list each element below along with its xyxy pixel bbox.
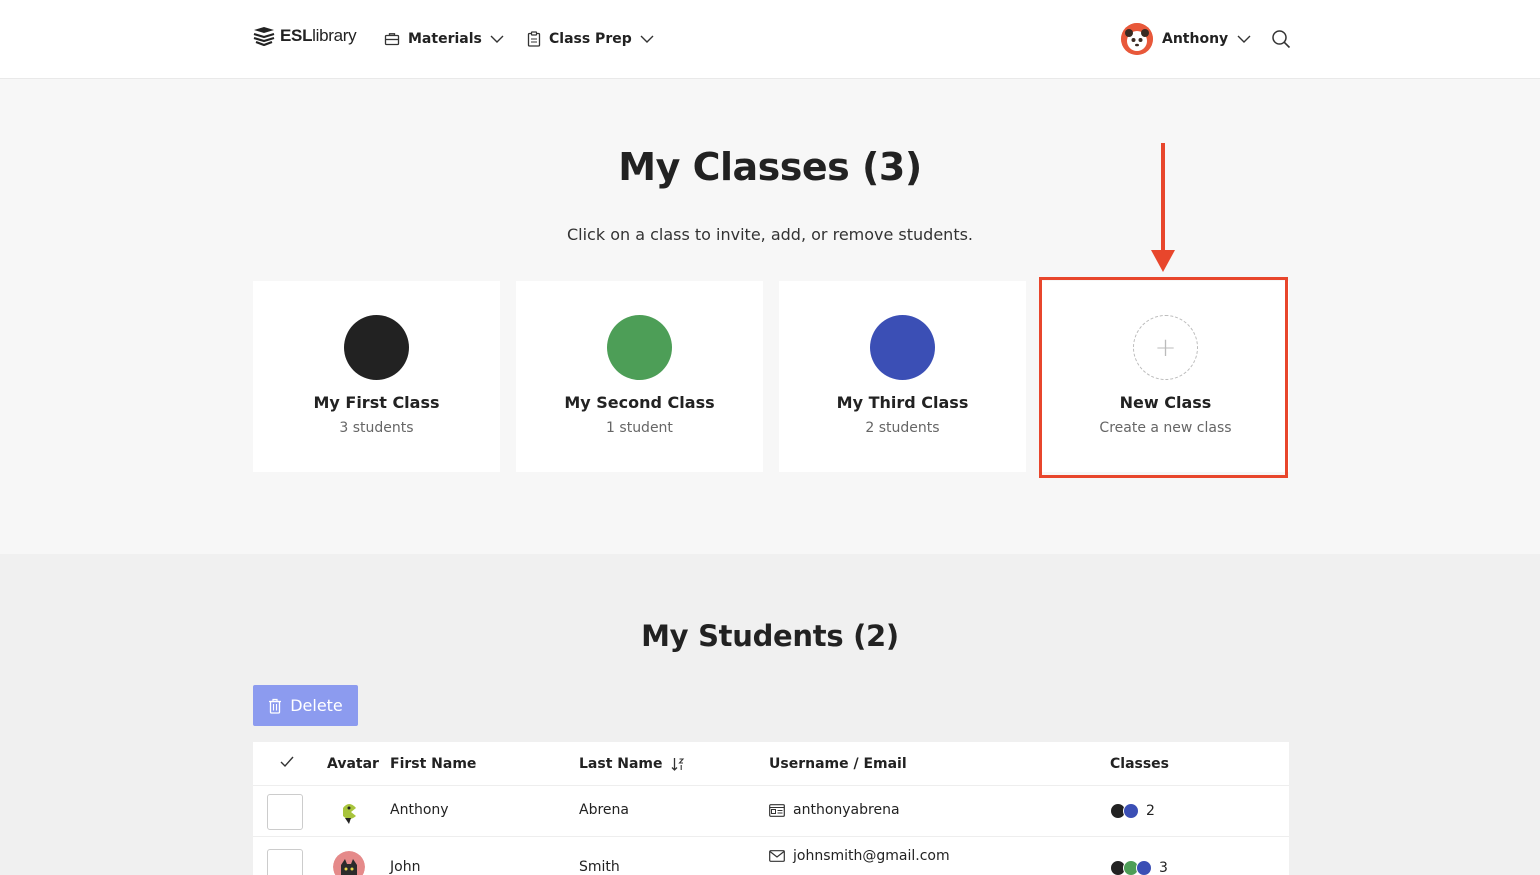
column-header-first-name[interactable]: First Name	[390, 756, 476, 772]
nav-class-prep-label: Class Prep	[549, 31, 632, 47]
class-card-first[interactable]: My First Class 3 students	[253, 281, 500, 472]
students-title: My Students (2)	[641, 619, 899, 653]
search-button[interactable]	[1271, 29, 1291, 53]
class-name: My First Class	[313, 393, 440, 412]
column-header-avatar: Avatar	[327, 756, 379, 772]
search-icon	[1272, 30, 1291, 49]
mail-icon	[769, 850, 785, 862]
class-count: 3	[1159, 860, 1168, 875]
column-header-classes: Classes	[1110, 756, 1170, 772]
student-login: johnsmith@gmail.com	[769, 848, 950, 864]
table-row[interactable]: Anthony Abrena anthonyabrena 2	[253, 785, 1289, 837]
class-name: My Third Class	[836, 393, 969, 412]
student-username: anthonyabrena	[793, 802, 900, 818]
clipboard-icon	[527, 31, 541, 47]
student-last-name: Smith	[579, 859, 620, 875]
select-all-checkmark[interactable]	[280, 756, 294, 768]
column-header-username: Username / Email	[769, 756, 907, 772]
class-dot	[1123, 803, 1139, 819]
class-name: My Second Class	[564, 393, 715, 412]
row-checkbox[interactable]	[267, 794, 303, 830]
user-avatar	[1121, 23, 1153, 55]
user-name: Anthony	[1162, 31, 1229, 47]
class-count: 2	[1146, 803, 1155, 819]
student-first-name: John	[390, 859, 421, 875]
student-first-name: Anthony	[390, 802, 449, 818]
delete-label: Delete	[290, 696, 343, 715]
student-classes: 2	[1110, 803, 1155, 819]
student-email: johnsmith@gmail.com	[793, 848, 950, 864]
row-checkbox[interactable]	[267, 849, 303, 875]
class-color-dot	[870, 315, 935, 380]
student-avatar	[333, 796, 365, 828]
user-menu[interactable]: Anthony	[1121, 23, 1251, 55]
nav-class-prep[interactable]: Class Prep	[527, 29, 654, 49]
student-classes: 3	[1110, 860, 1168, 875]
class-dot	[1136, 860, 1152, 875]
nav-materials-label: Materials	[408, 31, 482, 47]
student-avatar	[333, 851, 365, 875]
column-header-last-name-label: Last Name	[579, 756, 663, 772]
new-class-name: New Class	[1119, 393, 1212, 412]
chevron-down-icon	[490, 35, 504, 43]
class-card-third[interactable]: My Third Class 2 students	[779, 281, 1026, 472]
annotation-arrow-head	[1151, 250, 1175, 272]
class-student-count: 3 students	[339, 420, 414, 436]
new-class-card[interactable]: + New Class Create a new class	[1042, 281, 1289, 472]
trash-icon	[269, 698, 282, 714]
checkmark-icon	[280, 756, 294, 768]
esl-library-logo[interactable]: ESLlibrary	[253, 26, 357, 46]
class-color-dot	[607, 315, 672, 380]
classes-subtitle: Click on a class to invite, add, or remo…	[566, 225, 974, 244]
top-navigation-bar: ESLlibrary Materials Class Prep Anthony	[0, 0, 1540, 79]
chevron-down-icon	[1237, 35, 1251, 43]
nav-materials[interactable]: Materials	[384, 29, 504, 49]
column-header-first-name-label: First Name	[390, 756, 477, 772]
class-color-dot	[344, 315, 409, 380]
class-card-second[interactable]: My Second Class 1 student	[516, 281, 763, 472]
briefcase-icon	[384, 33, 400, 46]
annotation-arrow-shaft	[1161, 143, 1165, 253]
new-class-description: Create a new class	[1099, 420, 1232, 436]
classes-title: My Classes (3)	[618, 145, 922, 189]
class-student-count: 1 student	[606, 420, 673, 436]
chevron-down-icon	[640, 35, 654, 43]
student-last-name: Abrena	[579, 802, 629, 818]
class-student-count: 2 students	[865, 420, 940, 436]
logo-icon	[253, 27, 275, 46]
id-card-icon	[769, 803, 785, 817]
delete-button[interactable]: Delete	[253, 685, 358, 726]
plus-icon: +	[1133, 315, 1198, 380]
students-table: Avatar First Name Last Name Username / E…	[253, 742, 1289, 875]
sort-icon	[671, 758, 684, 771]
column-header-last-name[interactable]: Last Name	[579, 756, 685, 772]
logo-text: ESLlibrary	[280, 26, 357, 45]
student-login: anthonyabrena	[769, 802, 900, 818]
table-row[interactable]: John Smith johnsmith@gmail.com 3	[253, 836, 1289, 875]
